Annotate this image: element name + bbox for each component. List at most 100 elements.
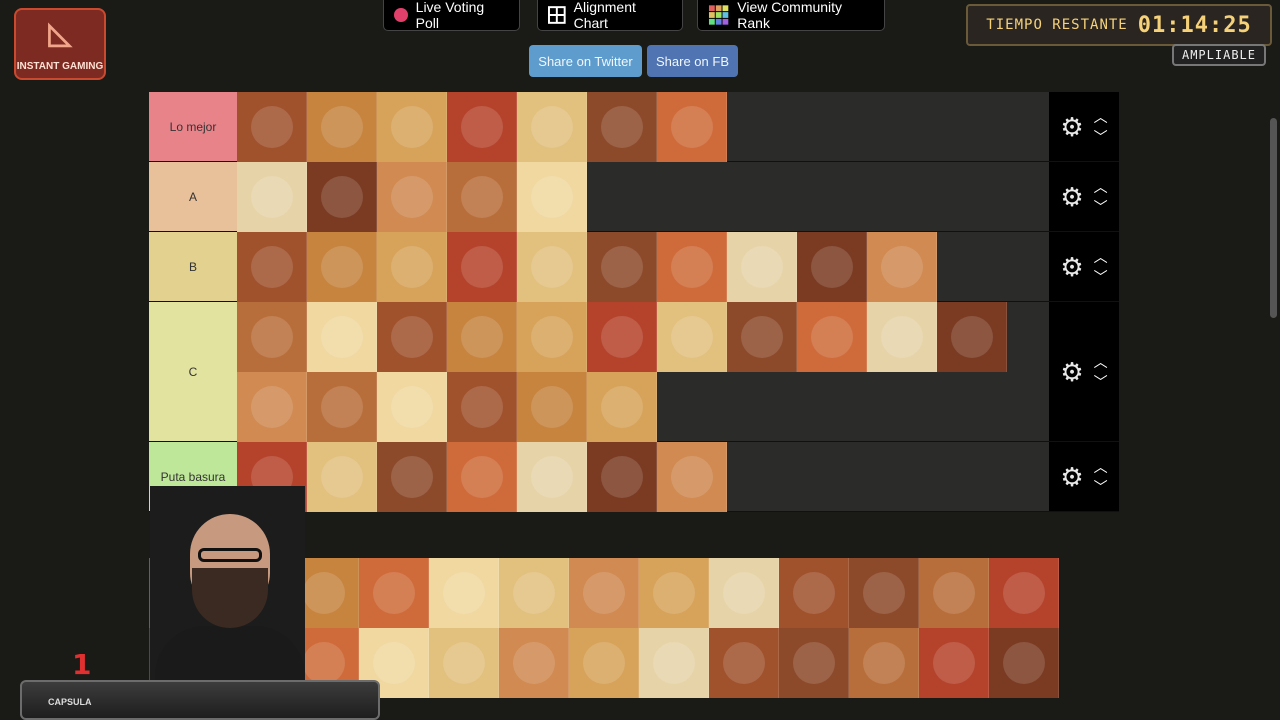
gear-icon[interactable]: ⚙ xyxy=(1060,464,1083,490)
food-item-crema[interactable] xyxy=(517,302,587,372)
pool-food-item[interactable] xyxy=(919,628,989,698)
gear-icon[interactable]: ⚙ xyxy=(1060,359,1083,385)
pool-food-item[interactable] xyxy=(709,628,779,698)
tier-controls: ⚙ ︿ ﹀ xyxy=(1049,302,1119,441)
capsule-counter: 1 xyxy=(72,648,92,681)
food-item-phoskitos[interactable] xyxy=(517,442,587,512)
food-item-sangria[interactable] xyxy=(587,372,657,442)
streamer-glasses xyxy=(198,548,262,562)
food-item-chorizo-cocido[interactable] xyxy=(727,302,797,372)
food-item-tarta[interactable] xyxy=(237,162,307,232)
pool-food-item[interactable] xyxy=(709,558,779,628)
chevron-up-icon[interactable]: ︿ xyxy=(1094,355,1108,369)
tier-label[interactable]: B xyxy=(149,232,237,301)
food-item-arroz-con-leche[interactable] xyxy=(447,302,517,372)
pool-food-item[interactable] xyxy=(779,628,849,698)
gear-icon[interactable]: ⚙ xyxy=(1060,254,1083,280)
pool-food-item[interactable] xyxy=(989,558,1059,628)
chevron-down-icon[interactable]: ﹀ xyxy=(1094,480,1108,494)
chevron-down-icon[interactable]: ﹀ xyxy=(1094,270,1108,284)
food-item-croquetas[interactable] xyxy=(447,92,517,162)
pool-food-item[interactable] xyxy=(919,558,989,628)
food-item-salmorejo[interactable] xyxy=(307,232,377,302)
timer-value: 01:14:25 xyxy=(1137,12,1252,38)
food-item-flash[interactable] xyxy=(377,442,447,512)
pool-food-item[interactable] xyxy=(499,628,569,698)
pool-food-item[interactable] xyxy=(639,558,709,628)
view-community-rank-button[interactable]: View Community Rank xyxy=(697,0,885,31)
food-item-tinto-de-verano[interactable] xyxy=(517,372,587,442)
pool-food-item[interactable] xyxy=(569,628,639,698)
food-item-boquerones[interactable] xyxy=(657,232,727,302)
chevron-down-icon[interactable]: ﹀ xyxy=(1094,375,1108,389)
food-item-estofado[interactable] xyxy=(797,232,867,302)
food-item-pulpo[interactable] xyxy=(587,92,657,162)
alignment-chart-label: Alignment Chart xyxy=(573,0,636,31)
live-voting-poll-button[interactable]: Live Voting Poll xyxy=(383,0,520,31)
food-item-horchata[interactable] xyxy=(377,372,447,442)
food-item-calamares[interactable] xyxy=(447,232,517,302)
food-item-tortilla[interactable] xyxy=(657,92,727,162)
food-item-fideua[interactable] xyxy=(237,232,307,302)
pool-food-item[interactable] xyxy=(499,558,569,628)
tier-list: Lo mejor ⚙ ︿ ﹀ A ⚙ ︿ ﹀ B ⚙ ︿ ﹀ C ⚙ ︿ ﹀ Puta basura ⚙ ︿ ﹀ xyxy=(149,92,1119,512)
food-item-garbanzos[interactable] xyxy=(447,162,517,232)
food-item-cochinillo[interactable] xyxy=(867,232,937,302)
food-item-bollycao[interactable] xyxy=(447,442,517,512)
food-item-lacasitos[interactable] xyxy=(587,442,657,512)
tier-label[interactable]: A xyxy=(149,162,237,231)
food-item-albondigas[interactable] xyxy=(517,162,587,232)
chevron-down-icon[interactable]: ﹀ xyxy=(1094,130,1108,144)
colored-grid-icon xyxy=(708,5,729,25)
food-item-torrijas[interactable] xyxy=(237,302,307,372)
pool-food-item[interactable] xyxy=(429,558,499,628)
food-item-mahou[interactable] xyxy=(447,372,517,442)
food-item-churros[interactable] xyxy=(587,232,657,302)
food-item-nesquik[interactable] xyxy=(307,442,377,512)
food-item-naranjas[interactable] xyxy=(587,302,657,372)
view-community-rank-label: View Community Rank xyxy=(737,0,843,31)
food-item-galletas[interactable] xyxy=(657,302,727,372)
gear-icon[interactable]: ⚙ xyxy=(1060,114,1083,140)
food-item-callos[interactable] xyxy=(377,232,447,302)
food-item-polvorones[interactable] xyxy=(867,302,937,372)
food-item-jamon[interactable] xyxy=(377,92,447,162)
pool-food-item[interactable] xyxy=(639,628,709,698)
food-item-turron[interactable] xyxy=(797,302,867,372)
chevron-up-icon[interactable]: ︿ xyxy=(1094,250,1108,264)
food-item-paella[interactable] xyxy=(517,92,587,162)
pool-food-item[interactable] xyxy=(569,558,639,628)
move-arrows: ︿ ﹀ xyxy=(1094,355,1108,389)
pool-food-item[interactable] xyxy=(359,558,429,628)
food-item-bocadillo-calamares[interactable] xyxy=(517,232,587,302)
food-item-ensaimada[interactable] xyxy=(377,302,447,372)
food-item-morcilla[interactable] xyxy=(237,372,307,442)
chevron-up-icon[interactable]: ︿ xyxy=(1094,110,1108,124)
pool-food-item[interactable] xyxy=(429,628,499,698)
chevron-up-icon[interactable]: ︿ xyxy=(1094,180,1108,194)
page-scrollbar[interactable] xyxy=(1270,118,1277,318)
share-twitter-button[interactable]: Share on Twitter xyxy=(529,45,642,77)
food-item-chorizo[interactable] xyxy=(307,372,377,442)
tier-label[interactable]: C xyxy=(149,302,237,441)
gear-icon[interactable]: ⚙ xyxy=(1060,184,1083,210)
tier-row: Lo mejor ⚙ ︿ ﹀ xyxy=(149,92,1119,162)
tier-label[interactable]: Lo mejor xyxy=(149,92,237,161)
chevron-up-icon[interactable]: ︿ xyxy=(1094,460,1108,474)
share-facebook-button[interactable]: Share on FB xyxy=(647,45,738,77)
pool-food-item[interactable] xyxy=(849,628,919,698)
food-item-chuleton[interactable] xyxy=(307,162,377,232)
alignment-chart-button[interactable]: Alignment Chart xyxy=(537,0,683,31)
food-item-patatas-bravas[interactable] xyxy=(237,92,307,162)
chevron-down-icon[interactable]: ﹀ xyxy=(1094,200,1108,214)
food-item-pescado[interactable] xyxy=(307,302,377,372)
pool-food-item[interactable] xyxy=(779,558,849,628)
food-item-morcon[interactable] xyxy=(657,442,727,512)
pool-food-item[interactable] xyxy=(849,558,919,628)
pool-food-item[interactable] xyxy=(989,628,1059,698)
food-item-tortilla-espanola[interactable] xyxy=(727,232,797,302)
food-item-fabada[interactable] xyxy=(307,92,377,162)
food-item-aceitunas[interactable] xyxy=(937,302,1007,372)
tier-items xyxy=(237,162,1049,232)
food-item-cocido[interactable] xyxy=(377,162,447,232)
